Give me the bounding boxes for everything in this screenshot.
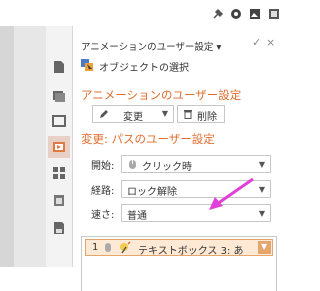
image-icon[interactable] [249,8,261,20]
grid-layout-icon[interactable] [52,166,66,180]
list-item-label: テキストボックス 3: あ [138,246,244,257]
path-label: 経路: [91,186,115,197]
animation-list[interactable]: 1 テキストボックス 3: あ ▼ [81,236,277,291]
annotation-arrow [209,177,254,210]
pane-title[interactable]: アニメーションのユーザー設定 ▾ [81,39,221,53]
list-item[interactable]: 1 テキストボックス 3: あ ▼ [85,239,273,257]
section-title: アニメーションのユーザー設定 [81,88,242,102]
start-value: クリック時 [142,162,192,173]
chevron-down-icon: ▼ [161,109,168,118]
outline-icon[interactable] [52,114,66,128]
speed-value: 普通 [127,211,147,222]
new-slide-icon[interactable] [52,60,66,74]
change-button-label: 変更 [123,112,143,123]
close-icon[interactable]: × [266,36,275,49]
pencil-icon [100,110,108,118]
change-button[interactable]: 変更 ▼ [92,105,174,123]
paste-icon[interactable] [52,193,66,207]
grid-icon[interactable] [268,8,280,20]
editor-shade [0,26,14,267]
save-icon[interactable] [52,221,66,235]
task-pane-icon-bar [46,26,73,267]
star-effect-icon [120,241,131,254]
select-object-icon [81,59,93,72]
start-label: 開始: [91,161,115,172]
delete-button[interactable]: 削除 [177,105,225,123]
speed-label: 速さ: [91,210,115,221]
start-dropdown[interactable]: クリック時 ▼ [121,155,271,173]
custom-animation-pane: アニメーションのユーザー設定 ▾ ✓ × オブジェクトの選択 アニメーションのユ… [73,26,291,291]
mouse-icon [129,160,136,169]
list-item-number: 1 [92,242,99,253]
select-object-label: オブジェクトの選択 [99,63,189,74]
modify-section-title: 変更: パスのユーザー設定 [81,132,215,146]
custom-animation-icon [53,142,65,152]
path-value: ロック解除 [127,187,177,198]
trash-icon [184,110,192,119]
custom-animation-tab[interactable] [48,136,70,158]
top-toolbar [0,0,291,26]
mouse-icon [105,243,111,252]
tool-icon[interactable] [212,8,224,20]
slide-layout-icon[interactable] [52,89,66,103]
list-item-dropdown[interactable]: ▼ [258,241,271,254]
delete-button-label: 削除 [197,112,217,123]
logo-icon[interactable] [230,8,242,20]
chevron-down-icon: ▼ [261,242,268,251]
chevron-down-icon: ▼ [258,160,265,169]
pin-icon[interactable]: ✓ [252,36,261,49]
